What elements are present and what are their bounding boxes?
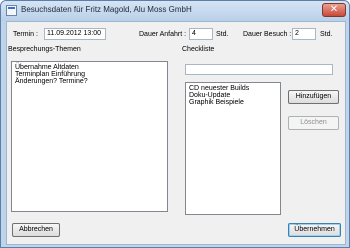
cancel-button[interactable]: Abbrechen [12, 223, 60, 237]
dauer-anfahrt-unit: Std. [216, 31, 229, 38]
list-item: Übernahme Altdaten [15, 64, 79, 71]
dauer-besuch-unit: Std. [320, 31, 333, 38]
window-title: Besuchsdaten für Fritz Magold, Alu Moss … [21, 5, 192, 14]
checkliste-input[interactable] [185, 64, 333, 75]
window-icon [6, 5, 17, 16]
dialog-client-area: Termin : 11.09.2012 13:00 Dauer Anfahrt … [6, 21, 346, 245]
list-item: Terminplan Einführung [15, 71, 86, 78]
delete-button[interactable]: Löschen [288, 116, 339, 130]
apply-button[interactable]: Übernehmen [288, 223, 341, 237]
list-item[interactable]: Graphik Beispiele [189, 99, 277, 106]
list-item: Änderungen? Termine? [15, 78, 88, 85]
termin-label: Termin : [13, 31, 38, 38]
list-item[interactable]: Doku-Update [189, 92, 277, 99]
themen-textarea[interactable]: Übernahme Altdaten Terminplan Einführung… [11, 61, 168, 212]
dauer-besuch-label: Dauer Besuch : [243, 31, 292, 38]
add-button[interactable]: Hinzufügen [288, 90, 339, 104]
dauer-besuch-field[interactable]: 2 [292, 28, 316, 40]
title-bar: Besuchsdaten für Fritz Magold, Alu Moss … [1, 1, 349, 21]
termin-field[interactable]: 11.09.2012 13:00 [44, 28, 106, 40]
list-item[interactable]: CD neuester Builds [189, 85, 277, 92]
checkliste-label: Checkliste [182, 46, 215, 53]
dauer-anfahrt-field[interactable]: 4 [189, 28, 213, 40]
dauer-anfahrt-label: Dauer Anfahrt : [139, 31, 187, 38]
themen-label: Besprechungs-Themen [8, 46, 81, 53]
checkliste-list[interactable]: CD neuester Builds Doku-Update Graphik B… [185, 82, 281, 215]
dialog-window: Besuchsdaten für Fritz Magold, Alu Moss … [0, 0, 350, 248]
close-button[interactable]: ✕ [322, 3, 346, 17]
